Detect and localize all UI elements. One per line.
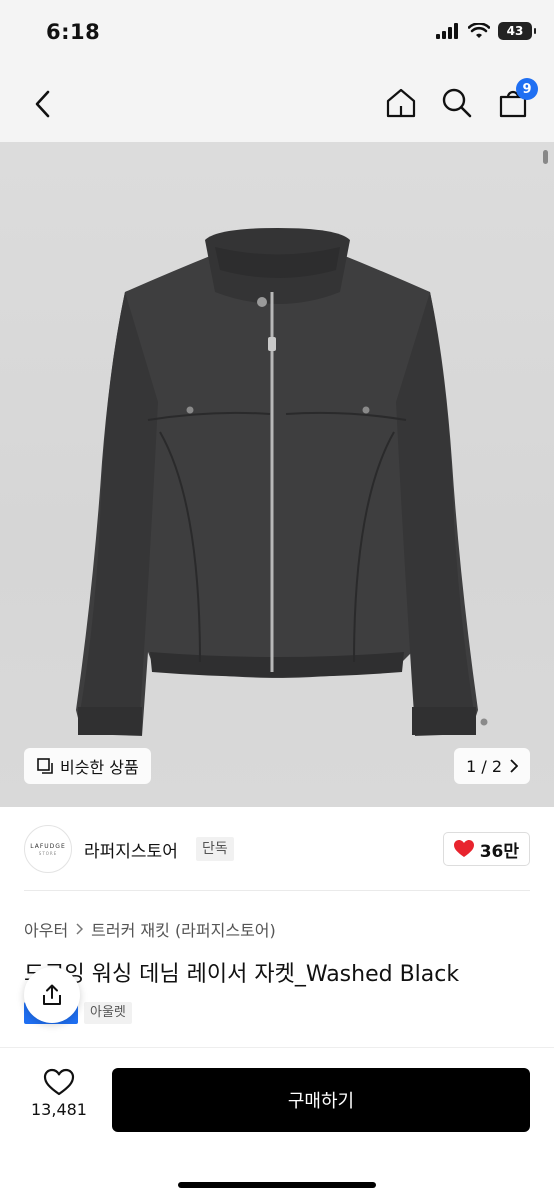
store-logo[interactable]: LAFUDGE STORE <box>24 825 72 873</box>
product-title: 드로잉 워싱 데님 레이서 자켓_Washed Black <box>24 962 460 987</box>
image-pager-button[interactable]: 1 / 2 <box>454 748 530 784</box>
similar-items-icon <box>37 758 53 774</box>
nav-actions: 9 <box>382 78 538 122</box>
heart-outline-icon <box>43 1068 75 1096</box>
chevron-right-icon <box>510 759 518 773</box>
bottom-action-bar: 13,481 구매하기 <box>0 1047 554 1200</box>
store-name[interactable]: 라퍼지스토어 <box>84 837 178 862</box>
store-like-count: 36만 <box>479 841 519 862</box>
image-page-indicator: 1 / 2 <box>466 756 502 776</box>
status-time: 6:18 <box>46 20 101 44</box>
status-bar: 6:18 43 <box>0 0 554 66</box>
share-icon <box>43 984 61 1005</box>
search-button[interactable] <box>438 84 476 122</box>
exclusive-badge: 단독 <box>196 837 234 861</box>
breadcrumb-category[interactable]: 아우터 <box>24 917 68 941</box>
store-logo-text: LAFUDGE <box>30 842 66 850</box>
wishlist-count: 13,481 <box>31 1100 87 1119</box>
store-logo-subtext: STORE <box>38 850 58 856</box>
home-indicator[interactable] <box>178 1182 376 1188</box>
store-row[interactable]: LAFUDGE STORE 라퍼지스토어 단독 36만 <box>0 807 554 891</box>
back-button[interactable] <box>24 86 60 122</box>
buy-button[interactable]: 구매하기 <box>112 1068 530 1132</box>
wifi-icon <box>468 23 490 38</box>
signal-icon <box>436 23 458 39</box>
breadcrumb: 아우터 트러커 재킷 (라퍼지스토어) <box>24 917 276 941</box>
jacket-image <box>76 228 488 736</box>
home-icon <box>386 88 416 118</box>
similar-products-button[interactable]: 비슷한 상품 <box>24 748 151 784</box>
home-button[interactable] <box>382 84 420 122</box>
chevron-left-icon <box>35 90 50 118</box>
chevron-right-icon <box>76 923 84 935</box>
scroll-indicator[interactable] <box>543 150 548 164</box>
divider <box>24 890 530 891</box>
outlet-tag: 아울렛 <box>84 1002 132 1024</box>
heart-filled-icon <box>453 840 474 857</box>
cart-button[interactable]: 9 <box>494 78 538 122</box>
share-button[interactable] <box>24 967 80 1023</box>
wishlist-button[interactable]: 13,481 <box>24 1068 94 1119</box>
breadcrumb-subcategory[interactable]: 트러커 재킷 (라퍼지스토어) <box>91 917 276 941</box>
nav-bar: 9 <box>0 66 554 142</box>
cart-badge: 9 <box>516 78 538 100</box>
status-icons: 43 <box>436 22 536 40</box>
store-like-button[interactable]: 36만 <box>442 832 530 866</box>
similar-products-label: 비슷한 상품 <box>60 758 139 777</box>
battery-icon: 43 <box>498 22 536 40</box>
search-icon <box>442 88 472 118</box>
product-image-gallery[interactable] <box>0 142 554 807</box>
